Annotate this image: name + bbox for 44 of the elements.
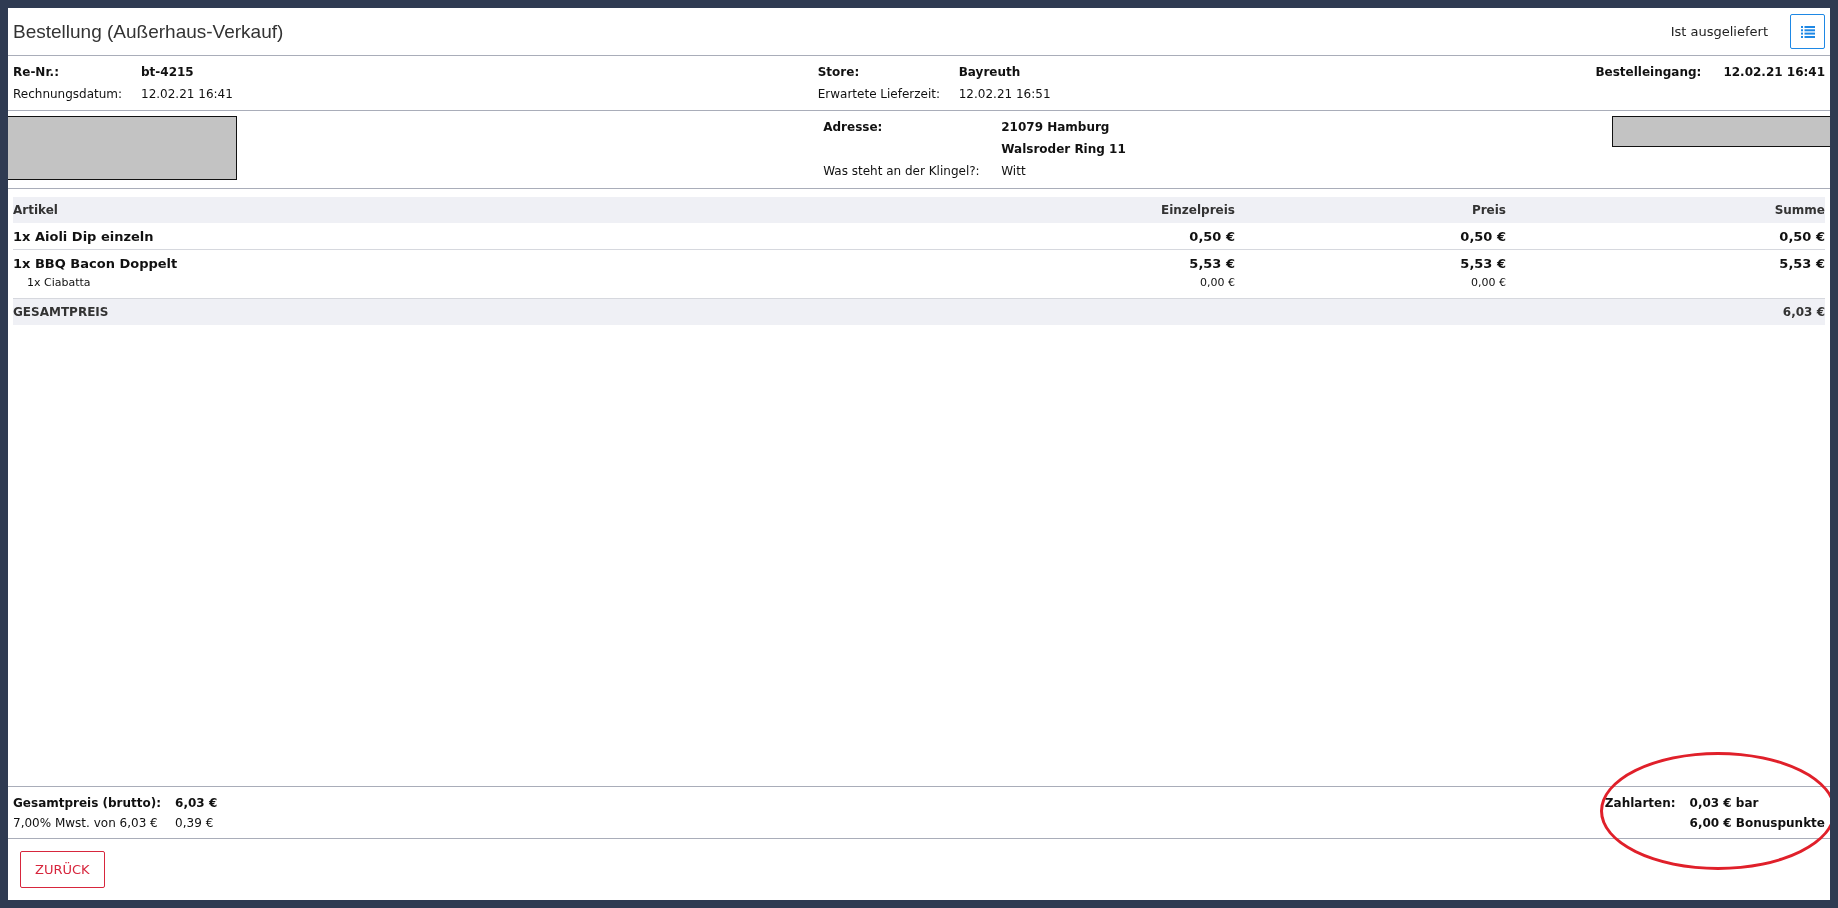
table-cell-text: 1x Aioli Dip einzeln <box>13 228 155 244</box>
column-header: Artikel <box>13 203 59 217</box>
field-value: 12.02.21 16:41 <box>141 87 233 101</box>
field-label: Erwartete Lieferzeit: <box>817 87 942 101</box>
column-header: Summe <box>1773 203 1825 217</box>
field-label: Re-Nr.: <box>13 65 60 79</box>
back-button[interactable]: ZURÜCK <box>20 851 105 888</box>
field-value: Bayreuth <box>958 65 1021 79</box>
field-value: Witt <box>1001 164 1027 178</box>
field-label: Was steht an der Klingel?: <box>823 164 981 178</box>
status-text: Ist ausgeliefert <box>1670 24 1768 39</box>
payment-line: 6,00 € Bonuspunkte <box>1689 816 1825 830</box>
table-cell-text: GESAMTPREIS <box>13 305 110 319</box>
field-value: 12.02.21 16:41 <box>1723 65 1825 79</box>
field-label: Adresse: <box>823 120 884 134</box>
list-button[interactable] <box>1790 14 1825 49</box>
table-cell-text: 1x Ciabatta <box>26 276 92 289</box>
field-value: Walsroder Ring 11 <box>1001 142 1126 156</box>
column-header: Preis <box>1470 203 1506 217</box>
table-cell-text: 0,00 € <box>1199 276 1235 289</box>
field-value: 6,03 € <box>175 796 218 810</box>
table-cell-text: 0,50 € <box>1778 228 1825 244</box>
field-value: 12.02.21 16:51 <box>958 87 1051 101</box>
field-label: Zahlarten: <box>1604 796 1676 812</box>
field-label: Bestelleingang: <box>1595 65 1702 79</box>
table-cell-text: 6,03 € <box>1781 305 1825 319</box>
table-cell-text: 0,50 € <box>1188 228 1235 244</box>
table-cell-text: 1x BBQ Bacon Doppelt <box>13 255 179 271</box>
field-label: Store: <box>817 65 861 79</box>
payment-line: 0,03 € bar <box>1689 796 1760 810</box>
table-cell-text: 0,00 € <box>1470 276 1506 289</box>
page-title: Bestellung (Außerhaus-Verkauf) <box>13 20 284 43</box>
field-label: 7,00% Mwst. von 6,03 € <box>13 816 159 830</box>
field-value: 21079 Hamburg <box>1001 120 1111 134</box>
column-header: Einzelpreis <box>1160 203 1235 217</box>
field-value: 0,39 € <box>175 816 215 830</box>
field-label: Rechnungsdatum: <box>13 87 124 101</box>
list-icon <box>1800 25 1815 38</box>
table-cell-text: 5,53 € <box>1778 255 1825 271</box>
table-cell-text: 5,53 € <box>1459 255 1506 271</box>
field-label: Gesamtpreis (brutto): <box>13 796 162 810</box>
table-cell-text: 5,53 € <box>1188 255 1235 271</box>
field-value: bt-4215 <box>141 65 194 79</box>
table-cell-text: 0,50 € <box>1459 228 1506 244</box>
